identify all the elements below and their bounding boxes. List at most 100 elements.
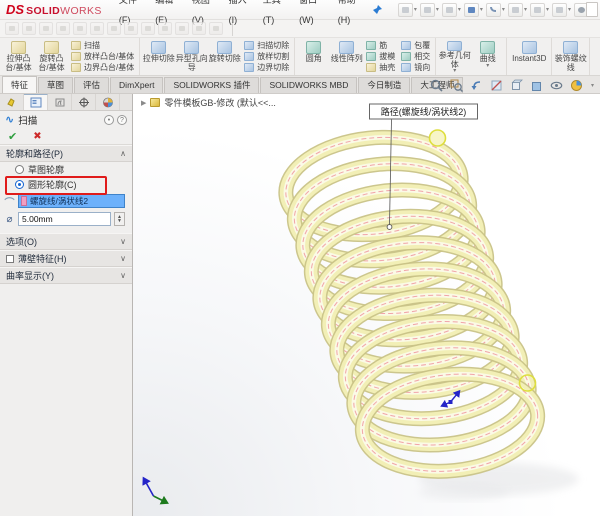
dropdown-caret-icon[interactable]: ▾ — [414, 6, 417, 13]
dropdown-caret-icon[interactable]: ▾ — [502, 6, 505, 13]
command-tab[interactable]: DimXpert — [110, 77, 163, 93]
diameter-stepper[interactable]: ▲▼ — [114, 212, 125, 226]
ribbon-button[interactable]: 镜向 — [401, 62, 430, 73]
ribbon-button[interactable]: 圆角 — [297, 39, 330, 74]
legacy-tool-icon[interactable] — [5, 22, 19, 35]
ribbon-button[interactable]: Instant3D — [509, 39, 549, 74]
ok-button[interactable]: ✔ — [8, 130, 17, 143]
dropdown-caret-icon[interactable]: ▾ — [458, 6, 461, 13]
ribbon-button[interactable]: 参考几何体 — [438, 39, 471, 74]
document-breadcrumb[interactable]: ▶ 零件模板GB-修改 (默认<<... — [141, 96, 276, 109]
dropdown-caret-icon[interactable]: ▾ — [591, 82, 594, 89]
feature-manager-tab[interactable] — [0, 94, 24, 110]
command-tab[interactable]: 特征 — [2, 76, 37, 93]
section-view-icon[interactable] — [490, 78, 504, 92]
edit-appearance-icon[interactable] — [570, 78, 584, 92]
ribbon-button[interactable]: 边界切除 — [244, 62, 289, 73]
dropdown-caret-icon[interactable]: ▾ — [568, 6, 571, 13]
menu-item[interactable]: 插入(I) — [222, 0, 256, 30]
ribbon-button[interactable]: 曲线 — [471, 39, 504, 74]
command-tab[interactable]: 草图 — [38, 77, 73, 93]
legacy-tool-icon[interactable] — [56, 22, 70, 35]
dropdown-caret-icon[interactable]: ▾ — [480, 6, 483, 13]
ribbon-button[interactable]: 旋转凸台/基体 — [35, 39, 68, 74]
ribbon-button[interactable]: 拔模 — [366, 51, 395, 62]
ribbon-button[interactable]: 筋 — [366, 40, 395, 51]
radio-sketch-profile[interactable]: 草图轮廓 — [0, 162, 132, 177]
section-options[interactable]: 选项(O) ∨ — [0, 233, 132, 250]
flyout-tree-arrow-icon[interactable]: ▶ — [141, 99, 146, 107]
dimxpert-manager-tab[interactable] — [72, 94, 96, 110]
path-selection-field[interactable]: 螺旋线/涡状线2 — [18, 194, 125, 208]
thin-feature-checkbox[interactable] — [6, 255, 14, 263]
command-tab[interactable]: 今日制造 — [358, 77, 410, 93]
radio-icon[interactable] — [15, 165, 24, 174]
display-manager-tab[interactable] — [96, 94, 120, 110]
legacy-tool-icon[interactable] — [22, 22, 36, 35]
pin-icon[interactable] — [370, 3, 384, 17]
diameter-input[interactable]: 5.00mm — [18, 212, 111, 226]
legacy-tool-icon[interactable] — [90, 22, 104, 35]
rebuild-icon[interactable] — [530, 3, 545, 17]
radio-circular-profile[interactable]: 圆形轮廓(C) — [0, 177, 132, 192]
legacy-tool-icon[interactable] — [175, 22, 189, 35]
linear-pattern-icon — [339, 41, 354, 54]
legacy-tool-icon[interactable] — [158, 22, 172, 35]
ribbon-button[interactable]: 放样凸台/基体 — [71, 51, 134, 62]
hide-show-items-icon[interactable] — [550, 78, 564, 92]
file-properties-icon[interactable] — [552, 3, 567, 17]
ribbon-button[interactable]: 异型孔向导 — [175, 39, 208, 74]
dropdown-caret-icon[interactable]: ▾ — [436, 6, 439, 13]
graphics-viewport[interactable]: ▶ 零件模板GB-修改 (默认<<... — [133, 94, 600, 516]
dropdown-caret-icon[interactable]: ▾ — [524, 6, 527, 13]
print-icon[interactable] — [464, 3, 479, 17]
section-profile-path[interactable]: 轮廓和路径(P) ∧ — [0, 145, 132, 162]
ribbon-button[interactable]: 抽壳 — [366, 62, 395, 73]
ribbon-button[interactable]: 相交 — [401, 51, 430, 62]
ribbon-button[interactable]: 扫描切除 — [244, 40, 289, 51]
command-tab[interactable]: SOLIDWORKS MBD — [260, 77, 357, 93]
section-curvature[interactable]: 曲率显示(Y) ∨ — [0, 267, 132, 284]
pin-icon[interactable]: • — [104, 115, 114, 125]
cancel-button[interactable]: ✖ — [33, 131, 41, 142]
open-icon[interactable] — [420, 3, 435, 17]
property-manager-tab[interactable] — [24, 94, 48, 110]
menu-item[interactable]: 工具(T) — [256, 0, 292, 30]
ribbon-button[interactable]: 拉伸凸台/基体 — [2, 39, 35, 74]
view-orientation-icon[interactable] — [510, 78, 524, 92]
menu-item[interactable]: 窗口(W) — [292, 0, 331, 30]
previous-view-icon[interactable] — [470, 78, 484, 92]
select-icon[interactable] — [508, 3, 523, 17]
ribbon-button[interactable]: 边界凸台/基体 — [71, 62, 134, 73]
command-tab[interactable]: 评估 — [74, 77, 109, 93]
configuration-manager-tab[interactable] — [48, 94, 72, 110]
ribbon-button[interactable]: 装饰螺纹线 — [554, 39, 587, 74]
spring-model[interactable] — [281, 129, 543, 480]
legacy-tool-icon[interactable] — [192, 22, 206, 35]
display-style-icon[interactable] — [530, 78, 544, 92]
legacy-tool-icon[interactable] — [73, 22, 87, 35]
menu-item[interactable]: 帮助(H) — [331, 0, 368, 30]
spring-model-canvas[interactable]: 路径(螺旋线/涡状线2) — [133, 94, 600, 516]
legacy-tool-icon[interactable] — [209, 22, 223, 35]
legacy-tool-icon[interactable] — [107, 22, 121, 35]
legacy-tool-icon[interactable] — [39, 22, 53, 35]
legacy-tool-icon[interactable] — [124, 22, 138, 35]
ribbon-button[interactable]: 包覆 — [401, 40, 430, 51]
command-tab[interactable]: SOLIDWORKS 插件 — [164, 77, 259, 93]
ribbon-button[interactable]: 线性阵列 — [330, 39, 363, 74]
new-document-icon[interactable] — [398, 3, 413, 17]
ribbon-button[interactable]: 扫描 — [71, 40, 134, 51]
dropdown-caret-icon[interactable]: ▾ — [546, 6, 549, 13]
undo-icon[interactable] — [486, 3, 501, 17]
ribbon-button[interactable]: 放样切割 — [244, 51, 289, 62]
legacy-tool-icon[interactable] — [141, 22, 155, 35]
help-icon[interactable]: ? — [117, 115, 127, 125]
ribbon-button[interactable]: 旋转切除 — [208, 39, 241, 74]
section-thin-feature[interactable]: 薄壁特征(H) ∨ — [0, 250, 132, 267]
radio-selected-icon[interactable] — [15, 180, 24, 189]
save-icon[interactable] — [442, 3, 457, 17]
ribbon-button[interactable]: 拉伸切除 — [142, 39, 175, 74]
zoom-area-icon[interactable] — [450, 78, 464, 92]
zoom-fit-icon[interactable] — [430, 78, 444, 92]
